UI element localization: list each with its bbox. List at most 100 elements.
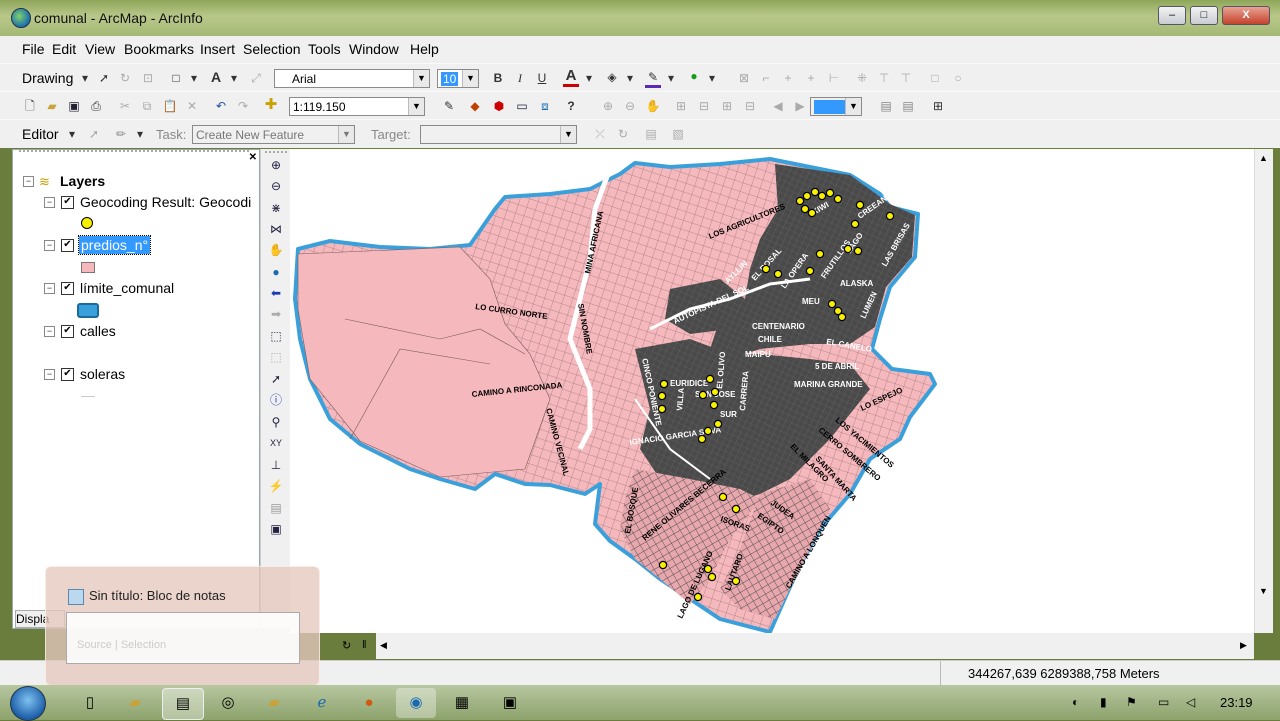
- collapse-icon[interactable]: −: [44, 326, 55, 337]
- layer-checkbox[interactable]: ✔: [61, 196, 74, 209]
- forward-extent-icon[interactable]: ▶: [792, 98, 808, 114]
- fixed-zoom-in-icon[interactable]: ⊞: [719, 98, 735, 114]
- dropdown-arrow-icon[interactable]: ▾: [132, 126, 148, 142]
- map-view[interactable]: MINA AFRICANA SIN NOMBRE LOS AGRICULTORE…: [290, 149, 1254, 633]
- save-icon[interactable]: ▣: [66, 98, 82, 114]
- zoom-in-icon[interactable]: ⊕: [268, 157, 284, 173]
- layer-predios[interactable]: predios_n°: [77, 235, 152, 255]
- drawing-menu[interactable]: Drawing: [22, 70, 73, 86]
- scroll-left-icon[interactable]: ◀: [380, 640, 387, 651]
- help-icon[interactable]: ?: [563, 98, 579, 114]
- rotate-tool-icon[interactable]: ↻: [615, 126, 631, 142]
- distribute-icon[interactable]: ⊢: [826, 70, 842, 86]
- copy-icon[interactable]: ⧉: [139, 98, 155, 114]
- cut-icon[interactable]: ✂: [117, 98, 133, 114]
- select-features-icon[interactable]: ⬚: [268, 328, 284, 344]
- explorer-icon[interactable]: ▰: [115, 688, 155, 718]
- pause-drawing-icon[interactable]: ‖: [362, 639, 367, 651]
- forward-arrow-icon[interactable]: ➡: [268, 306, 284, 322]
- editor-toolbar-icon[interactable]: ✎: [441, 98, 457, 114]
- sketch-properties-icon[interactable]: ▧: [670, 126, 686, 142]
- modelbuilder-icon[interactable]: ⧈: [537, 98, 553, 114]
- menu-view[interactable]: View: [85, 41, 115, 57]
- marker-color-icon[interactable]: ●: [686, 68, 702, 84]
- identify-icon[interactable]: ⓘ: [268, 392, 284, 408]
- hyperlink-icon[interactable]: ⚡: [268, 478, 284, 494]
- toggle-draft-icon[interactable]: ▤: [878, 98, 894, 114]
- notepad-taskbar-icon[interactable]: ▤: [162, 688, 204, 720]
- change-layout-icon[interactable]: ⊞: [930, 98, 946, 114]
- notepad-preview[interactable]: Sin título: Bloc de notas Source | Selec…: [45, 566, 320, 686]
- zoom-out-layout-icon[interactable]: ⊖: [622, 98, 638, 114]
- catalog-icon[interactable]: ▦: [442, 688, 482, 718]
- menu-insert[interactable]: Insert: [200, 41, 235, 57]
- bold-button[interactable]: B: [490, 70, 506, 86]
- tray-icon[interactable]: ◐: [1072, 695, 1079, 709]
- ie-icon[interactable]: ℯ: [302, 688, 342, 718]
- vertical-scrollbar[interactable]: ▲ ▼: [1254, 149, 1273, 633]
- align-icon[interactable]: ⊠: [736, 70, 752, 86]
- underline-button[interactable]: U: [534, 70, 550, 86]
- open-folder-icon[interactable]: ▰: [44, 98, 60, 114]
- target-select[interactable]: ▼: [420, 125, 577, 144]
- file-icon[interactable]: ▯: [70, 688, 110, 718]
- collapse-icon[interactable]: −: [44, 197, 55, 208]
- layer-geocoding-result[interactable]: Geocoding Result: Geocodi: [80, 194, 251, 210]
- sketch-tool-icon[interactable]: ✏: [113, 126, 129, 142]
- battery-icon[interactable]: ▭: [1158, 695, 1169, 709]
- refresh-icon[interactable]: ↻: [342, 639, 351, 652]
- zoom-whole-page-icon[interactable]: ⊞: [673, 98, 689, 114]
- select-elements-icon[interactable]: ➚: [96, 70, 112, 86]
- menu-bookmarks[interactable]: Bookmarks: [124, 41, 194, 57]
- volume-icon[interactable]: ◁: [1186, 695, 1195, 709]
- new-document-icon[interactable]: 🗋: [22, 98, 38, 114]
- focus-frame-icon[interactable]: ▤: [900, 98, 916, 114]
- font-color-icon[interactable]: A: [563, 68, 579, 87]
- app-icon[interactable]: ◎: [208, 688, 248, 718]
- flag-icon[interactable]: ⚑: [1126, 695, 1137, 709]
- rectangle-icon[interactable]: □: [168, 70, 184, 86]
- group-icon[interactable]: ⁜: [854, 70, 870, 86]
- command-line-icon[interactable]: ▭: [514, 98, 530, 114]
- collapse-icon[interactable]: −: [23, 176, 34, 187]
- firefox-icon[interactable]: ●: [349, 688, 389, 718]
- task-select[interactable]: Create New Feature ▼: [192, 125, 355, 144]
- dropdown-arrow-icon[interactable]: ▾: [77, 70, 93, 86]
- italic-button[interactable]: I: [512, 70, 528, 86]
- square-icon[interactable]: □: [927, 70, 943, 86]
- time-slider-icon[interactable]: ▣: [268, 521, 284, 537]
- menu-edit[interactable]: Edit: [52, 41, 76, 57]
- close-icon[interactable]: ✕: [249, 152, 257, 163]
- dropdown-arrow-icon[interactable]: ▾: [581, 70, 597, 86]
- zoom-whole-page-icon[interactable]: ⊡: [140, 70, 156, 86]
- nudge-icon[interactable]: ⊤: [898, 70, 914, 86]
- menu-window[interactable]: Window: [349, 41, 399, 57]
- dropdown-arrow-icon[interactable]: ▾: [704, 70, 720, 86]
- edit-tool-icon[interactable]: ➚: [86, 126, 102, 142]
- collapse-icon[interactable]: −: [44, 283, 55, 294]
- zoom-100-icon[interactable]: ⊟: [696, 98, 712, 114]
- order-icon[interactable]: ⊤: [876, 70, 892, 86]
- map-scale-select[interactable]: 1:119.150 ▼: [289, 97, 425, 116]
- attributes-icon[interactable]: ▤: [643, 126, 659, 142]
- align-center-icon[interactable]: +: [780, 70, 796, 86]
- menu-help[interactable]: Help: [410, 41, 439, 57]
- arctoolbox-icon[interactable]: ◆: [467, 98, 483, 114]
- scroll-right-icon[interactable]: ▶: [1240, 640, 1247, 651]
- font-select[interactable]: Arial ▼: [274, 69, 430, 88]
- minimize-button[interactable]: –: [1158, 6, 1186, 25]
- font-size-select[interactable]: 10 ▼: [437, 69, 479, 88]
- layer-checkbox[interactable]: ✔: [61, 368, 74, 381]
- undo-icon[interactable]: ↶: [213, 98, 229, 114]
- scroll-down-icon[interactable]: ▼: [1259, 586, 1268, 596]
- toolbox-icon[interactable]: ⬢: [491, 98, 507, 114]
- paste-icon[interactable]: 📋: [162, 98, 178, 114]
- print-icon[interactable]: ⎙: [88, 98, 104, 114]
- dropdown-arrow-icon[interactable]: ▾: [622, 70, 638, 86]
- select-elements-icon[interactable]: ➚: [268, 371, 284, 387]
- arcmap-taskbar-icon[interactable]: ◉: [396, 688, 436, 718]
- layer-checkbox[interactable]: ✔: [61, 282, 74, 295]
- pan-icon[interactable]: ✋: [268, 242, 284, 258]
- horizontal-scrollbar[interactable]: ◀ ▶: [376, 633, 1254, 659]
- text-icon[interactable]: A: [208, 69, 224, 85]
